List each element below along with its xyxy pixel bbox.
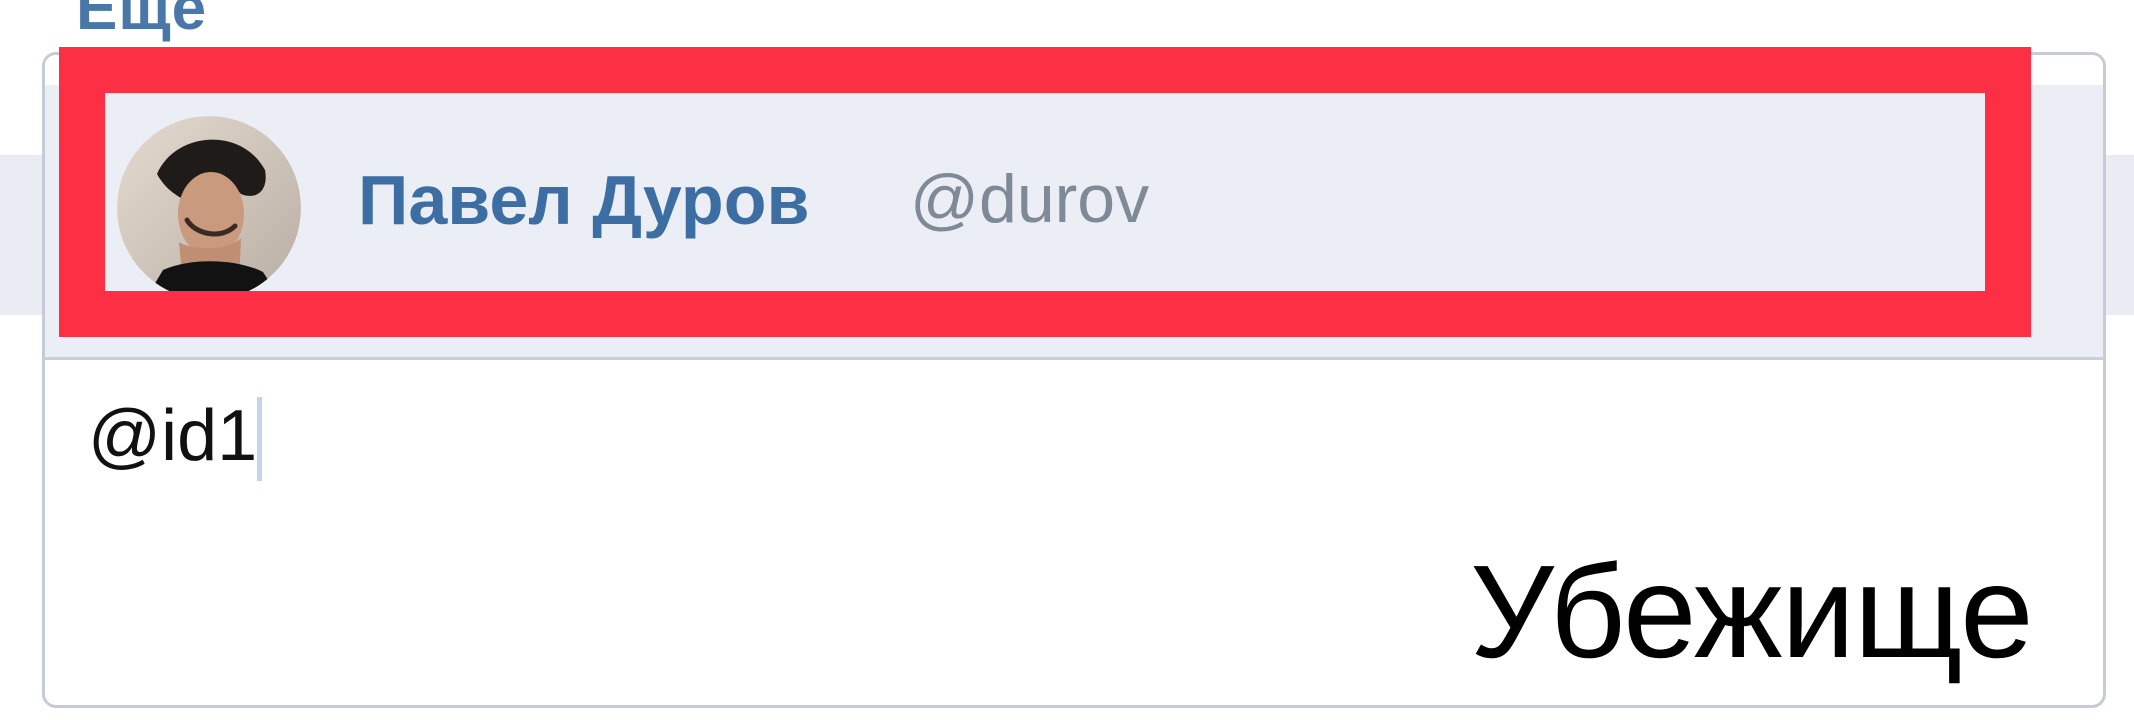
message-input[interactable]: @id1 <box>88 400 257 472</box>
watermark-text: Убежище <box>1470 538 2034 685</box>
screenshot-root: Ещё Павел Дуров @durov @id1 Убежище <box>0 0 2134 720</box>
more-link[interactable]: Ещё <box>76 0 207 40</box>
composer-divider <box>45 357 2103 360</box>
text-cursor <box>257 397 262 481</box>
highlight-frame <box>59 47 2031 337</box>
